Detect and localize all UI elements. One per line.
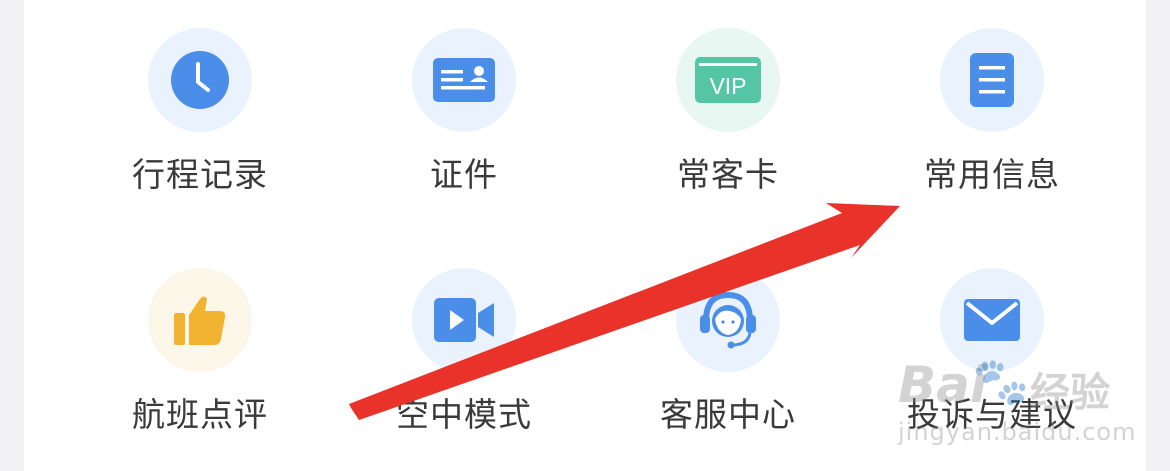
menu-item-customer-service[interactable]: 客服中心: [596, 240, 860, 440]
thumbs-up-icon-circle: [148, 268, 252, 372]
video-camera-icon-circle: [412, 268, 516, 372]
envelope-icon: [964, 299, 1020, 341]
menu-item-airplane-mode[interactable]: 空中模式: [332, 240, 596, 440]
document-icon: [970, 53, 1014, 107]
menu-item-documents[interactable]: 证件: [332, 0, 596, 200]
menu-item-label: 行程记录: [132, 155, 268, 194]
id-card-icon: [433, 58, 495, 102]
menu-item-label: 证件: [430, 155, 498, 194]
menu-item-flight-review[interactable]: 航班点评: [68, 240, 332, 440]
menu-item-label: 常用信息: [924, 155, 1060, 194]
menu-item-common-info[interactable]: 常用信息: [860, 0, 1124, 200]
clock-icon-circle: [148, 28, 252, 132]
menu-item-label: 航班点评: [132, 395, 268, 434]
menu-item-complaints-suggestions[interactable]: 投诉与建议: [860, 240, 1124, 440]
id-card-icon-circle: [412, 28, 516, 132]
menu-item-label: 常客卡: [677, 155, 779, 194]
thumbs-up-icon: [174, 296, 226, 345]
document-icon-circle: [940, 28, 1044, 132]
menu-item-label: 客服中心: [660, 395, 796, 434]
service-grid-card: 行程记录 证件 VIP 常客卡 常用信息 航班点评 空中模式 客服中心 投诉与建…: [24, 0, 1146, 471]
vip-card-text: VIP: [709, 73, 746, 99]
video-camera-icon: [434, 298, 494, 342]
menu-item-label: 投诉与建议: [907, 395, 1077, 434]
menu-item-frequent-flyer-card[interactable]: VIP 常客卡: [596, 0, 860, 200]
vip-card-icon: VIP: [695, 57, 761, 103]
envelope-icon-circle: [940, 268, 1044, 372]
menu-item-trip-records[interactable]: 行程记录: [68, 0, 332, 200]
menu-item-label: 空中模式: [396, 395, 532, 434]
headset-agent-icon: [700, 291, 756, 349]
clock-icon: [171, 51, 229, 109]
headset-agent-icon-circle: [676, 268, 780, 372]
vip-card-icon-circle: VIP: [676, 28, 780, 132]
